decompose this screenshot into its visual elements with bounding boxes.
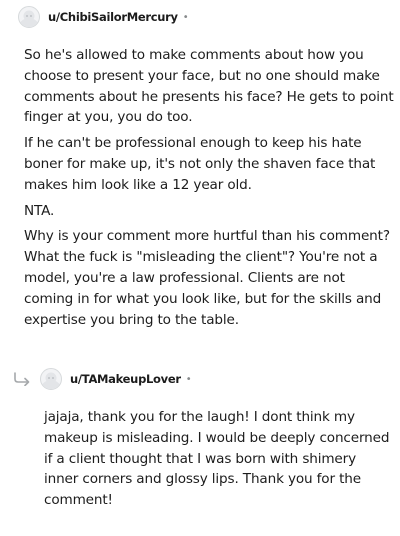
comment-paragraph: So he's allowed to make comments about h… — [24, 47, 394, 126]
comment-author[interactable]: u/ChibiSailorMercury — [48, 10, 178, 24]
comment-body: So he's allowed to make comments about h… — [24, 45, 396, 335]
comment-paragraph: NTA. — [24, 202, 55, 219]
comment-author[interactable]: u/TAMakeupLover — [70, 372, 181, 386]
comment-header: u/ChibiSailorMercury • — [18, 4, 189, 30]
comment-thread: u/ChibiSailorMercury • So he's allowed t… — [0, 0, 400, 536]
comment-paragraph: Why is your comment more hurtful than hi… — [24, 228, 390, 328]
snoo-avatar-icon — [41, 372, 61, 389]
reply-header: u/TAMakeupLover • — [40, 366, 192, 392]
avatar[interactable] — [18, 6, 40, 28]
avatar[interactable] — [40, 368, 62, 390]
meta-separator: • — [182, 11, 189, 23]
reply-arrow-icon — [14, 372, 30, 386]
snoo-avatar-icon — [19, 10, 39, 27]
meta-separator: • — [185, 373, 192, 385]
comment-paragraph: If he can't be professional enough to ke… — [24, 135, 376, 193]
comment-paragraph: jajaja, thank you for the laugh! I dont … — [44, 409, 390, 509]
reply-body: jajaja, thank you for the laugh! I dont … — [44, 407, 394, 516]
